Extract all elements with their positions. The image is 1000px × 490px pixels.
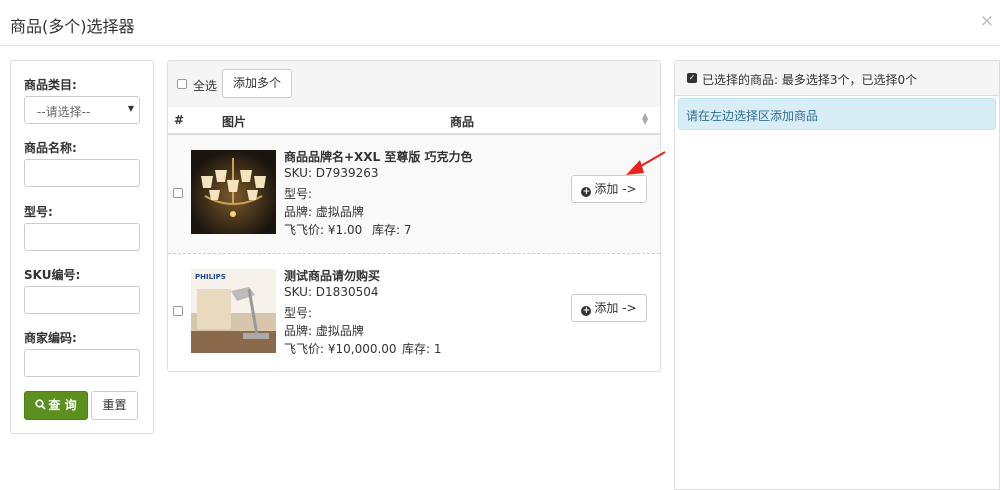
- col-product-header: 商品: [450, 115, 475, 129]
- chevron-down-icon: ▼: [127, 104, 134, 113]
- filter-panel: 商品类目: --请选择-- ▼ 商品名称: 型号: SKU编号: 商家编码: 查…: [10, 60, 154, 434]
- add-label: 添加 ->: [594, 182, 637, 196]
- product-sku: SKU: D7939263: [284, 166, 379, 180]
- product-model: 型号:: [284, 306, 313, 320]
- col-image-header: 图片: [222, 115, 247, 129]
- sku-input[interactable]: [24, 286, 140, 314]
- product-brand: 品牌: 虚拟品牌: [284, 324, 364, 338]
- row-checkbox[interactable]: [173, 306, 183, 316]
- selected-title: 已选择的商品: 最多选择3个，已选择0个: [702, 73, 918, 87]
- plus-circle-icon: +: [581, 306, 592, 316]
- col-index-header: #: [174, 113, 185, 127]
- model-input[interactable]: [24, 223, 140, 251]
- table-row: PHILIPS 测试商品请勿购买 SKU: D1830504 型号: 品牌: 虚…: [168, 254, 660, 371]
- model-label: 型号:: [24, 205, 53, 219]
- add-product-button[interactable]: + 添加 ->: [571, 175, 647, 203]
- product-model: 型号:: [284, 187, 313, 201]
- add-label: 添加 ->: [594, 301, 637, 315]
- table-header: # 图片 商品 ▲ ▼: [168, 107, 660, 135]
- name-input[interactable]: [24, 159, 140, 187]
- plus-circle-icon: +: [581, 187, 592, 197]
- add-product-button[interactable]: + 添加 ->: [571, 294, 647, 322]
- product-image-desk-lamp: PHILIPS: [191, 269, 276, 353]
- product-brand: 品牌: 虚拟品牌: [284, 205, 364, 219]
- dialog-header: 商品(多个)选择器 ×: [0, 0, 1000, 46]
- add-multiple-button[interactable]: 添加多个: [222, 69, 292, 98]
- reset-button[interactable]: 重置: [91, 391, 138, 420]
- select-all-checkbox[interactable]: [177, 79, 187, 89]
- product-stock: 库存: 7: [372, 223, 412, 237]
- sku-label: SKU编号:: [24, 268, 81, 282]
- product-price: 飞飞价: ¥1.00: [284, 223, 363, 237]
- select-all-label: 全选: [193, 79, 218, 93]
- merchant-code-input[interactable]: [24, 349, 140, 377]
- list-toolbar: 全选 添加多个: [168, 61, 660, 108]
- product-name: 商品品牌名+XXL 至尊版 巧克力色: [284, 150, 473, 164]
- product-image-chandelier: [191, 150, 276, 234]
- product-name: 测试商品请勿购买: [284, 269, 381, 283]
- product-price: 飞飞价: ¥10,000.00: [284, 342, 397, 356]
- product-sku: SKU: D1830504: [284, 285, 379, 299]
- sort-icon[interactable]: ▲ ▼: [642, 112, 648, 126]
- philips-logo-text: PHILIPS: [195, 273, 226, 281]
- selected-header: ✓ 已选择的商品: 最多选择3个，已选择0个: [675, 61, 999, 96]
- product-stock: 库存: 1: [402, 342, 442, 356]
- row-checkbox[interactable]: [173, 188, 183, 198]
- merchant-code-label: 商家编码:: [24, 331, 77, 345]
- dialog-title: 商品(多个)选择器: [10, 17, 135, 36]
- category-label: 商品类目:: [24, 78, 77, 92]
- close-icon[interactable]: ×: [980, 11, 994, 31]
- category-select-value: --请选择--: [37, 105, 91, 119]
- search-icon: [35, 399, 47, 410]
- query-label: 查 询: [48, 398, 77, 412]
- selected-hint: 请在左边选择区添加商品: [678, 98, 996, 130]
- table-row: 商品品牌名+XXL 至尊版 巧克力色 SKU: D7939263 型号: 品牌:…: [168, 135, 660, 254]
- product-list-panel: 全选 添加多个 # 图片 商品 ▲ ▼ 商品品牌名+XXL 至尊版 巧克力色 SK…: [167, 60, 661, 372]
- category-select[interactable]: --请选择-- ▼: [24, 96, 140, 124]
- check-square-icon: ✓: [687, 73, 697, 83]
- selected-panel: ✓ 已选择的商品: 最多选择3个，已选择0个 请在左边选择区添加商品: [674, 60, 1000, 490]
- query-button[interactable]: 查 询: [24, 391, 88, 420]
- name-label: 商品名称:: [24, 141, 77, 155]
